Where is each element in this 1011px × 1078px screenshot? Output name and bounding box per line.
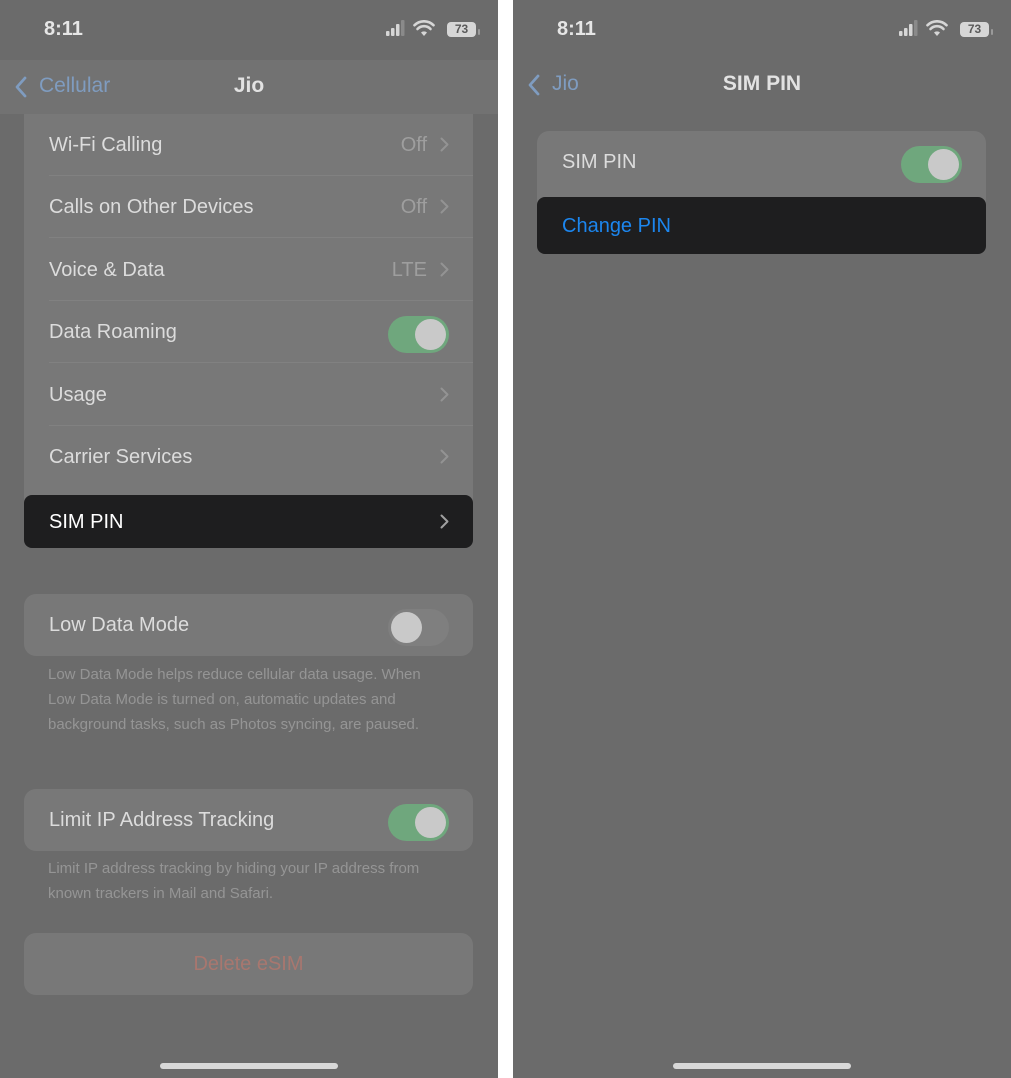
navigation-bar: Cellular Jio [0, 60, 498, 114]
status-time: 8:11 [44, 18, 83, 40]
chevron-right-icon [440, 199, 449, 214]
status-bar: 8:11 73 [0, 0, 498, 60]
low-data-mode-footer: Low Data Mode helps reduce cellular data… [48, 666, 421, 733]
carrier-services-row[interactable]: Carrier Services [24, 426, 473, 488]
cellular-signal-icon [899, 20, 918, 36]
row-label: Usage [49, 384, 107, 406]
chevron-right-icon [440, 262, 449, 277]
jio-settings-screen: 8:11 73 Cellular Jio Wi-Fi Calling Off C… [0, 0, 498, 1078]
status-bar: 8:11 73 [513, 0, 1011, 60]
wifi-icon [926, 20, 948, 36]
row-label: SIM PIN [562, 151, 637, 173]
chevron-right-icon [440, 137, 449, 152]
row-value: Off [400, 134, 427, 156]
low-data-mode-group: Low Data Mode [24, 594, 473, 656]
row-label: Voice & Data [49, 259, 165, 281]
chevron-right-icon [440, 514, 449, 529]
wifi-calling-row[interactable]: Wi-Fi Calling Off [24, 114, 473, 176]
sim-pin-screen: 8:11 73 Jio SIM PIN SIM PIN Change PIN [513, 0, 1011, 1078]
limit-ip-tracking-toggle[interactable] [388, 804, 449, 841]
row-label: Data Roaming [49, 321, 177, 343]
limit-ip-tracking-footer: Limit IP address tracking by hiding your… [48, 860, 420, 902]
low-data-mode-toggle[interactable] [388, 609, 449, 646]
sim-pin-row[interactable]: SIM PIN [24, 495, 473, 548]
delete-esim-button[interactable]: Delete eSIM [24, 933, 473, 995]
sim-pin-toggle[interactable] [901, 146, 962, 183]
cellular-signal-icon [386, 20, 405, 36]
delete-esim-label: Delete eSIM [193, 953, 304, 975]
page-title: SIM PIN [722, 72, 802, 95]
row-label: Limit IP Address Tracking [49, 809, 275, 831]
row-value: LTE [391, 259, 427, 281]
voice-and-data-row[interactable]: Voice & Data LTE [24, 239, 473, 301]
row-label: SIM PIN [49, 511, 124, 533]
navigation-bar: Jio SIM PIN [513, 58, 1011, 112]
usage-row[interactable]: Usage [24, 364, 473, 426]
chevron-right-icon [440, 449, 449, 464]
row-label: Low Data Mode [49, 614, 190, 636]
sim-pin-toggle-row: SIM PIN [537, 131, 986, 193]
change-pin-label: Change PIN [562, 215, 671, 237]
calls-on-other-devices-row[interactable]: Calls on Other Devices Off [24, 176, 473, 238]
status-icons: 73 [386, 20, 480, 40]
chevron-right-icon [440, 387, 449, 402]
cellular-plan-settings-group: Wi-Fi Calling Off Calls on Other Devices… [24, 114, 473, 548]
status-time: 8:11 [557, 18, 596, 40]
data-roaming-row: Data Roaming [24, 301, 473, 363]
data-roaming-toggle[interactable] [388, 316, 449, 353]
limit-ip-tracking-group: Limit IP Address Tracking [24, 789, 473, 851]
row-label: Carrier Services [49, 446, 193, 468]
home-indicator [673, 1063, 851, 1069]
battery-level: 73 [454, 22, 469, 36]
battery-icon: 73 [447, 22, 480, 37]
row-label: Wi-Fi Calling [49, 134, 163, 156]
status-icons: 73 [899, 20, 993, 40]
battery-icon: 73 [960, 22, 993, 37]
battery-level: 73 [967, 22, 982, 36]
sim-pin-group: SIM PIN Change PIN [537, 131, 986, 254]
row-label: Calls on Other Devices [49, 196, 254, 218]
limit-ip-tracking-row: Limit IP Address Tracking [24, 789, 473, 851]
page-title: Jio [233, 74, 265, 97]
low-data-mode-row: Low Data Mode [24, 594, 473, 656]
change-pin-row[interactable]: Change PIN [537, 197, 986, 254]
wifi-icon [413, 20, 435, 36]
home-indicator [160, 1063, 338, 1069]
row-value: Off [400, 196, 427, 218]
